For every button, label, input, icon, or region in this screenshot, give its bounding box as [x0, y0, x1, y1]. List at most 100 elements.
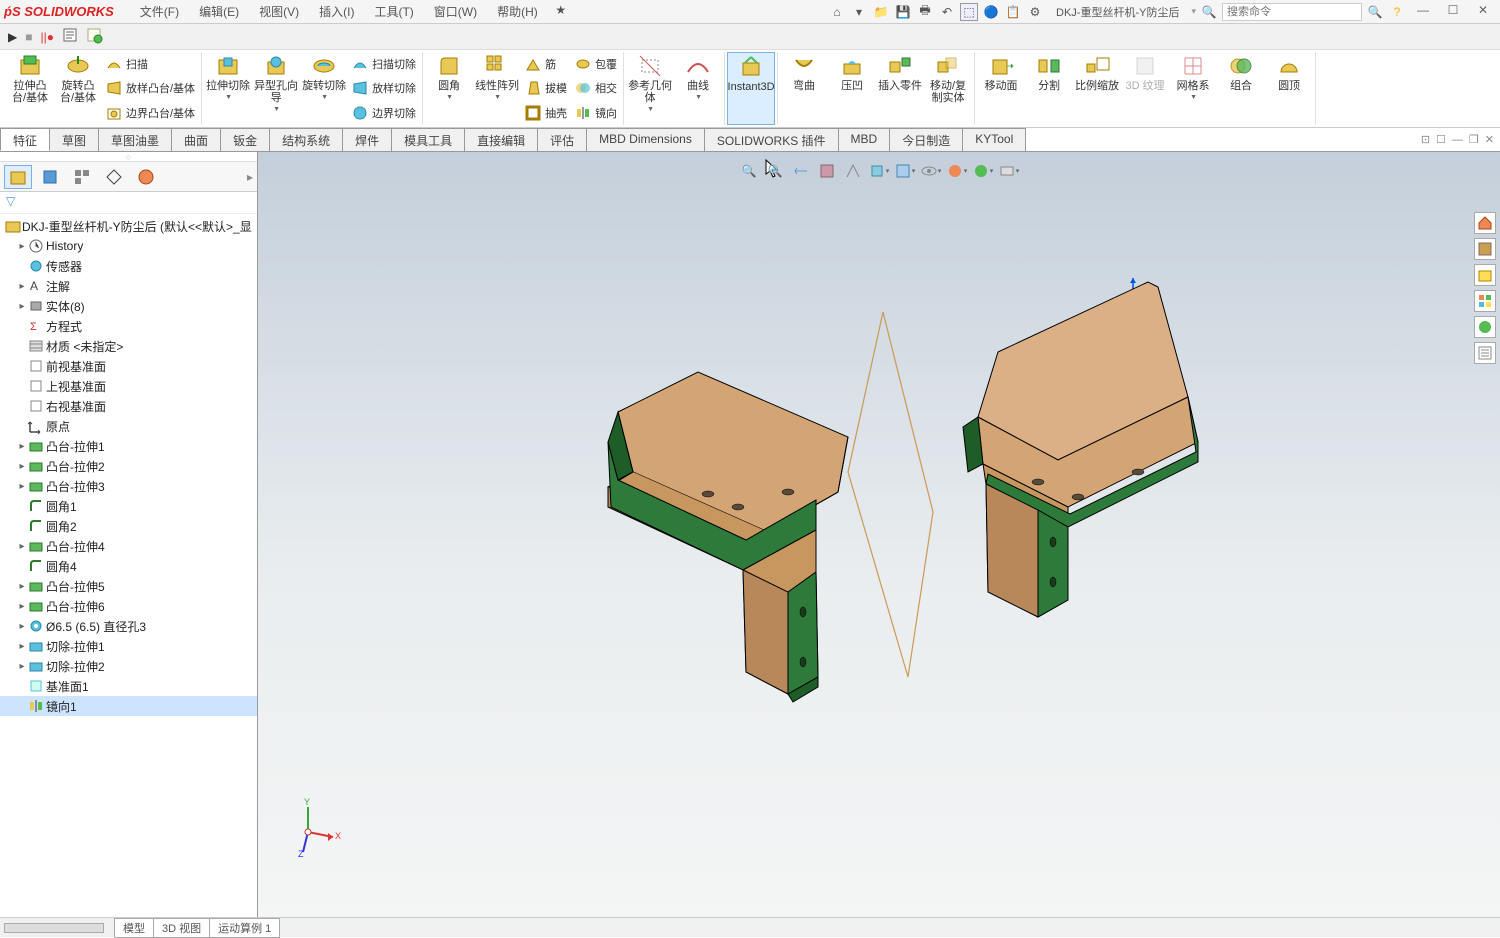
tree-top-plane[interactable]: 上视基准面 — [0, 376, 257, 396]
btm-tab-motion[interactable]: 运动算例 1 — [209, 918, 280, 938]
undo-icon[interactable]: ↶ — [938, 3, 956, 21]
hole-wizard-button[interactable]: 异型孔向导▼ — [252, 52, 300, 125]
macro-edit-icon[interactable] — [62, 27, 78, 46]
rebuild-icon[interactable]: 🔵 — [982, 3, 1000, 21]
popout-icon[interactable]: ☐ — [1436, 133, 1446, 146]
help-icon[interactable]: ? — [1388, 3, 1406, 21]
print-icon[interactable]: 🖶 — [916, 3, 934, 21]
revolve-boss-button[interactable]: 旋转凸台/基体 — [54, 52, 102, 125]
graphics-viewport[interactable]: 🔍 🔍 ▾ ▾ ▾ ▾ ▾ ▾ — [258, 152, 1500, 917]
mesh-button[interactable]: 网格系▼ — [1169, 52, 1217, 125]
close-button[interactable]: ✕ — [1470, 3, 1496, 21]
tab-kytool[interactable]: KYTool — [962, 128, 1026, 151]
loft-boss-button[interactable]: 放样凸台/基体 — [104, 77, 197, 99]
tree-origin[interactable]: 原点 — [0, 416, 257, 436]
scale-button[interactable]: 比例缩放 — [1073, 52, 1121, 125]
tree-boss4[interactable]: ▸凸台-拉伸4 — [0, 536, 257, 556]
indent-button[interactable]: 压凹 — [828, 52, 876, 125]
doc-max-icon[interactable]: ❐ — [1469, 133, 1479, 146]
menu-view[interactable]: 视图(V) — [253, 1, 305, 22]
sweep-button[interactable]: 扫描 — [104, 53, 197, 75]
design-library-icon[interactable] — [1474, 238, 1496, 260]
star-icon[interactable]: ★ — [552, 1, 570, 19]
tree-boss3[interactable]: ▸凸台-拉伸3 — [0, 476, 257, 496]
prev-view-icon[interactable] — [790, 160, 812, 182]
tree-boss6[interactable]: ▸凸台-拉伸6 — [0, 596, 257, 616]
tree-fillet1[interactable]: 圆角1 — [0, 496, 257, 516]
menu-window[interactable]: 窗口(W) — [428, 1, 483, 22]
tree-material[interactable]: 材质 <未指定> — [0, 336, 257, 356]
save-icon[interactable]: 💾 — [894, 3, 912, 21]
tab-surfaces[interactable]: 曲面 — [171, 128, 221, 151]
tree-hole[interactable]: ▸Ø6.5 (6.5) 直径孔3 — [0, 616, 257, 636]
collapse-icon[interactable]: ⊡ — [1421, 133, 1430, 146]
tree-boss5[interactable]: ▸凸台-拉伸5 — [0, 576, 257, 596]
doc-close-icon[interactable]: ✕ — [1485, 133, 1494, 146]
draft-button[interactable]: 拔模 — [523, 77, 569, 99]
tab-sheet-metal[interactable]: 钣金 — [220, 128, 270, 151]
dynamic-annot-icon[interactable] — [842, 160, 864, 182]
tree-fillet2[interactable]: 圆角2 — [0, 516, 257, 536]
intersect-button[interactable]: 相交 — [573, 77, 619, 99]
home-icon[interactable]: ⌂ — [828, 3, 846, 21]
panel-drag-handle[interactable]: ○ — [0, 152, 257, 162]
search-input[interactable] — [1222, 3, 1362, 21]
tab-weldments[interactable]: 焊件 — [342, 128, 392, 151]
tree-annotations[interactable]: ▸A注解 — [0, 276, 257, 296]
tab-sketch-ink[interactable]: 草图油墨 — [98, 128, 172, 151]
bottom-scrollbar[interactable] — [4, 923, 104, 933]
tab-mbd[interactable]: MBD — [838, 128, 891, 151]
menu-tools[interactable]: 工具(T) — [368, 1, 419, 22]
macro-new-icon[interactable] — [86, 27, 102, 46]
flex-button[interactable]: 弯曲 — [780, 52, 828, 125]
extrude-boss-button[interactable]: 拉伸凸台/基体 — [6, 52, 54, 125]
swept-cut-button[interactable]: 扫描切除 — [350, 53, 418, 75]
custom-props-icon[interactable] — [1474, 342, 1496, 364]
open-icon[interactable]: 📁 — [872, 3, 890, 21]
revolved-cut-button[interactable]: 旋转切除▼ — [300, 52, 348, 125]
btm-tab-3dview[interactable]: 3D 视图 — [153, 918, 210, 938]
view-settings-icon[interactable]: ▾ — [998, 160, 1020, 182]
edit-appearance-icon[interactable]: ▾ — [946, 160, 968, 182]
tab-structure[interactable]: 结构系统 — [269, 128, 343, 151]
filter-icon[interactable]: ▽ — [6, 194, 15, 208]
macro-record-icon[interactable]: ||● — [40, 30, 53, 44]
orientation-triad[interactable]: Y X Z — [288, 797, 348, 857]
tree-right-plane[interactable]: 右视基准面 — [0, 396, 257, 416]
combine-button[interactable]: 组合 — [1217, 52, 1265, 125]
appearances-icon[interactable] — [1474, 316, 1496, 338]
tree-solid-bodies[interactable]: ▸实体(8) — [0, 296, 257, 316]
feature-tree-tab[interactable] — [4, 165, 32, 189]
minimize-button[interactable]: — — [1410, 3, 1436, 21]
tab-features[interactable]: 特征 — [0, 128, 50, 151]
menu-file[interactable]: 文件(F) — [134, 1, 185, 22]
tab-direct-edit[interactable]: 直接编辑 — [464, 128, 538, 151]
zoom-fit-icon[interactable]: 🔍 — [738, 160, 760, 182]
select-icon[interactable]: ⬚ — [960, 3, 978, 21]
wrap-button[interactable]: 包覆 — [573, 53, 619, 75]
boundary-boss-button[interactable]: 边界凸台/基体 — [104, 102, 197, 124]
panel-expand-icon[interactable]: ▸ — [247, 170, 253, 184]
linear-pattern-button[interactable]: 线性阵列▼ — [473, 52, 521, 125]
mirror-button[interactable]: 镜向 — [573, 102, 619, 124]
config-tab[interactable] — [68, 165, 96, 189]
display-style-icon[interactable]: ▾ — [894, 160, 916, 182]
menu-edit[interactable]: 编辑(E) — [193, 1, 245, 22]
lofted-cut-button[interactable]: 放样切除 — [350, 77, 418, 99]
menu-help[interactable]: 帮助(H) — [491, 1, 544, 22]
ref-geom-button[interactable]: 参考几何体▼ — [626, 52, 674, 125]
menu-insert[interactable]: 插入(I) — [313, 1, 360, 22]
tab-today-mfg[interactable]: 今日制造 — [889, 128, 963, 151]
new-icon[interactable]: ▾ — [850, 3, 868, 21]
search-go-icon[interactable]: 🔍 — [1366, 3, 1384, 21]
tab-sketch[interactable]: 草图 — [49, 128, 99, 151]
tab-mbd-dim[interactable]: MBD Dimensions — [586, 128, 705, 151]
dome-button[interactable]: 圆顶 — [1265, 52, 1313, 125]
instant3d-button[interactable]: Instant3D — [727, 52, 775, 125]
tab-evaluate[interactable]: 评估 — [537, 128, 587, 151]
options-icon[interactable]: 📋 — [1004, 3, 1022, 21]
property-tab[interactable] — [36, 165, 64, 189]
tree-sensors[interactable]: 传感器 — [0, 256, 257, 276]
tab-addins[interactable]: SOLIDWORKS 插件 — [704, 128, 839, 151]
doc-min-icon[interactable]: — — [1452, 134, 1463, 146]
